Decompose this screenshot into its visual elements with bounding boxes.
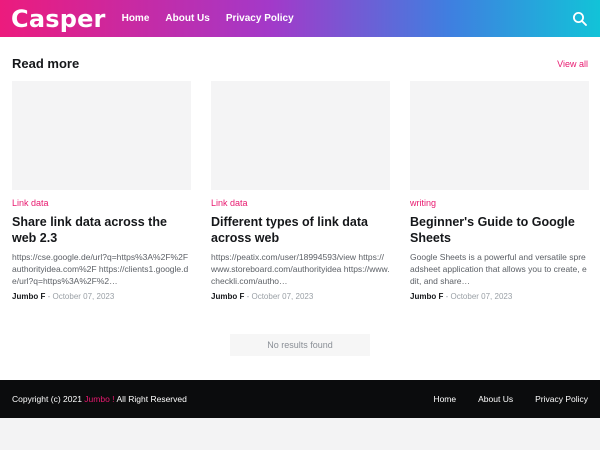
site-header: Casper Home About Us Privacy Policy [0,0,600,37]
post-date: October 07, 2023 [251,292,314,301]
post-author[interactable]: Jumbo F [410,292,443,301]
section-title: Read more [12,56,80,71]
no-results-message: No results found [230,334,370,356]
view-all-link[interactable]: View all [557,59,588,69]
nav-privacy-link[interactable]: Privacy Policy [226,13,294,24]
post-tag[interactable]: Link data [211,198,390,208]
post-excerpt: https://peatix.com/user/18994593/view ht… [211,252,390,286]
post-author[interactable]: Jumbo F [211,292,244,301]
post-author[interactable]: Jumbo F [12,292,45,301]
footer-home-link[interactable]: Home [433,394,456,404]
page-bottom-area [0,418,600,450]
site-logo[interactable]: Casper [11,7,106,31]
post-tag[interactable]: Link data [12,198,191,208]
post-meta: Jumbo F - October 07, 2023 [410,292,589,301]
copyright-prefix: Copyright (c) 2021 [12,394,82,404]
post-thumbnail[interactable] [211,81,390,190]
site-footer: Copyright (c) 2021 Jumbo ! All Right Res… [0,380,600,418]
copyright-suffix: All Right Reserved [116,394,187,404]
nav-home-link[interactable]: Home [122,13,150,24]
main-content: Read more View all Link data Share link … [0,37,600,380]
post-card[interactable]: writing Beginner's Guide to Google Sheet… [410,81,589,301]
post-card[interactable]: Link data Different types of link data a… [211,81,390,301]
nav-about-link[interactable]: About Us [165,13,209,24]
page: Casper Home About Us Privacy Policy Read… [0,0,600,450]
post-title[interactable]: Share link data across the web 2.3 [12,214,191,246]
post-card[interactable]: Link data Share link data across the web… [12,81,191,301]
post-meta: Jumbo F - October 07, 2023 [12,292,191,301]
copyright-text: Copyright (c) 2021 Jumbo ! All Right Res… [12,394,187,404]
footer-privacy-link[interactable]: Privacy Policy [535,394,588,404]
post-excerpt: Google Sheets is a powerful and versatil… [410,252,587,286]
main-nav: Home About Us Privacy Policy [122,13,310,24]
section-header: Read more View all [12,56,588,71]
post-date: October 07, 2023 [450,292,513,301]
post-excerpt: https://cse.google.de/url?q=https%3A%2F%… [12,252,189,286]
footer-about-link[interactable]: About Us [478,394,513,404]
footer-nav: Home About Us Privacy Policy [411,394,588,404]
post-meta: Jumbo F - October 07, 2023 [211,292,390,301]
footer-brand-link[interactable]: Jumbo ! [84,394,114,404]
search-icon[interactable] [572,11,588,27]
post-date: October 07, 2023 [52,292,115,301]
post-title[interactable]: Different types of link data across web [211,214,390,246]
post-thumbnail[interactable] [410,81,589,190]
post-thumbnail[interactable] [12,81,191,190]
post-title[interactable]: Beginner's Guide to Google Sheets [410,214,589,246]
post-tag[interactable]: writing [410,198,589,208]
